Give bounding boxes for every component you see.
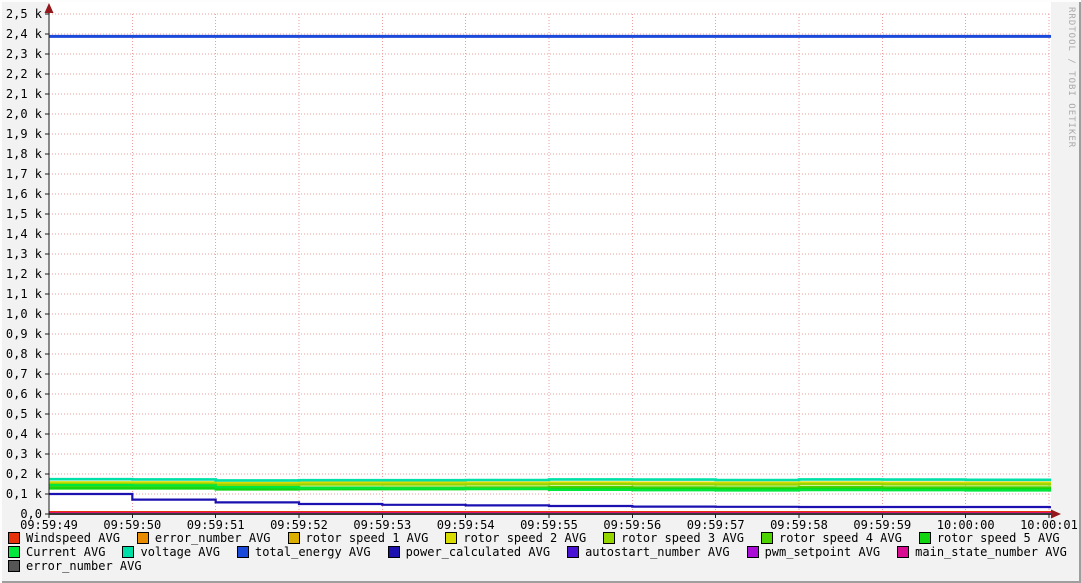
x-axis-tick-label: 09:59:55 bbox=[520, 518, 578, 532]
legend-item-rotor-speed-5-avg: rotor speed 5 AVG bbox=[918, 531, 1060, 545]
x-axis-tick-label: 09:59:59 bbox=[853, 518, 912, 532]
legend-item-windspeed-avg: Windspeed AVG bbox=[8, 531, 120, 545]
legend-label: rotor speed 3 AVG bbox=[621, 531, 744, 545]
legend-label: Windspeed AVG bbox=[26, 531, 120, 545]
y-axis-tick-label: 0,8 k bbox=[5, 347, 42, 361]
legend-label: error_number AVG bbox=[26, 559, 142, 573]
legend-row: error_number AVG bbox=[8, 559, 159, 573]
x-axis-tick-label: 09:59:49 bbox=[20, 518, 78, 532]
y-axis-tick-label: 2,2 k bbox=[5, 67, 42, 81]
legend-swatch-icon bbox=[445, 532, 458, 544]
y-axis-tick-label: 2,0 k bbox=[5, 107, 42, 121]
x-axis-tick-label: 09:59:53 bbox=[353, 518, 412, 532]
legend-swatch-icon bbox=[387, 546, 400, 558]
y-axis-tick-label: 1,5 k bbox=[5, 207, 42, 221]
y-axis-tick-label: 1,7 k bbox=[5, 167, 42, 181]
legend-item-main-state-number-avg: main_state_number AVG bbox=[897, 545, 1067, 559]
rrdtool-graph: 2,5 k 2,4 k 2,3 k 2,2 k 2,1 k 2,0 k 1,9 k 1,8 k… bbox=[0, 0, 1081, 583]
y-axis-tick-label: 0,6 k bbox=[5, 387, 42, 401]
y-axis-tick-label: 0,3 k bbox=[5, 447, 42, 461]
x-axis-tick-label: 09:59:58 bbox=[770, 518, 828, 532]
y-axis-tick-label: 2,4 k bbox=[5, 27, 42, 41]
legend-item-power-calculated-avg: power_calculated AVG bbox=[387, 545, 551, 559]
legend-label: rotor speed 4 AVG bbox=[779, 531, 902, 545]
legend-item-error-number-avg: error_number AVG bbox=[8, 559, 142, 573]
x-axis-tick-label: 09:59:51 bbox=[186, 518, 245, 532]
series-line-voltage-avg bbox=[49, 477, 1051, 482]
legend-label: pwm_setpoint AVG bbox=[764, 545, 881, 559]
y-axis-tick-label: 1,0 k bbox=[5, 307, 42, 321]
y-axis-tick-label: 0,9 k bbox=[5, 327, 42, 341]
x-axis-tick-label: 09:59:50 bbox=[103, 518, 162, 532]
legend-swatch-icon bbox=[8, 560, 20, 572]
legend-swatch-icon bbox=[136, 532, 149, 544]
y-axis-tick-label: 0,4 k bbox=[5, 427, 42, 441]
legend-item-autostart-number-avg: autostart_number AVG bbox=[567, 545, 730, 559]
legend-item-pwm-setpoint-avg: pwm_setpoint AVG bbox=[746, 545, 881, 559]
legend-item-rotor-speed-1-avg: rotor speed 1 AVG bbox=[287, 531, 429, 545]
y-axis-tick-label: 1,6 k bbox=[5, 187, 42, 201]
legend-label: rotor speed 1 AVG bbox=[305, 531, 429, 545]
y-axis-tick-label: 0,7 k bbox=[5, 367, 42, 381]
legend-item-total-energy-avg: total_energy AVG bbox=[236, 545, 371, 559]
y-axis-tick-label: 2,1 k bbox=[5, 87, 42, 101]
y-axis-tick-label: 0,5 k bbox=[5, 407, 42, 421]
y-axis-tick-label: 1,8 k bbox=[5, 147, 42, 161]
y-axis-tick-label: 0,2 k bbox=[5, 467, 42, 481]
y-axis-tick-label: 1,4 k bbox=[5, 227, 42, 241]
legend-item-rotor-speed-2-avg: rotor speed 2 AVG bbox=[445, 531, 586, 545]
legend-swatch-icon bbox=[918, 532, 931, 544]
x-axis-tick-label: 09:59:56 bbox=[603, 518, 662, 532]
legend-item-voltage-avg: voltage AVG bbox=[122, 545, 220, 559]
legend-swatch-icon bbox=[122, 546, 135, 558]
rrdtool-watermark: RRDTOOL / TOBI OETIKER bbox=[1066, 7, 1076, 149]
legend-swatch-icon bbox=[746, 546, 759, 558]
legend-swatch-icon bbox=[567, 546, 580, 558]
legend-row: Current AVG voltage AVG total_energy AVG po… bbox=[8, 545, 1081, 559]
y-axis-tick-label: 1,1 k bbox=[5, 287, 42, 301]
legend-label: main_state_number AVG bbox=[915, 545, 1067, 559]
legend-swatch-icon bbox=[236, 546, 249, 558]
legend-swatch-icon bbox=[8, 546, 20, 558]
legend-item-error-number-avg: error_number AVG bbox=[136, 531, 271, 545]
x-axis-tick-label: 09:59:57 bbox=[686, 518, 745, 532]
legend-label: autostart_number AVG bbox=[585, 545, 730, 559]
legend-label: voltage AVG bbox=[140, 545, 220, 559]
x-axis-tick-label: 10:00:01 bbox=[1020, 518, 1078, 532]
y-axis-tick-label: 1,3 k bbox=[5, 247, 42, 261]
legend-label: Current AVG bbox=[26, 545, 106, 559]
legend-label: rotor speed 2 AVG bbox=[463, 531, 587, 545]
y-axis-tick-label: 1,2 k bbox=[5, 267, 42, 281]
y-axis-tick-label: 2,5 k bbox=[5, 7, 42, 21]
y-axis-tick-label: 0,1 k bbox=[5, 487, 42, 501]
legend-label: error_number AVG bbox=[154, 531, 271, 545]
legend-label: power_calculated AVG bbox=[405, 545, 551, 559]
legend-swatch-icon bbox=[8, 532, 20, 544]
legend-item-current-avg: Current AVG bbox=[8, 545, 105, 559]
legend-row: Windspeed AVG error_number AVG rotor speed… bbox=[8, 531, 1077, 545]
legend-swatch-icon bbox=[603, 532, 616, 544]
legend-swatch-icon bbox=[761, 532, 773, 544]
legend-swatch-icon bbox=[287, 532, 300, 544]
legend-item-rotor-speed-3-avg: rotor speed 3 AVG bbox=[603, 531, 744, 545]
legend-label: rotor speed 5 AVG bbox=[936, 531, 1060, 545]
legend-label: total_energy AVG bbox=[254, 545, 371, 559]
y-axis-tick-label: 1,9 k bbox=[5, 127, 42, 141]
x-axis-tick-label: 10:00:00 bbox=[936, 518, 995, 532]
chart-plot-area bbox=[44, 2, 1061, 519]
legend-item-rotor-speed-4-avg: rotor speed 4 AVG bbox=[761, 531, 902, 545]
x-axis-tick-label: 09:59:54 bbox=[436, 518, 495, 532]
y-axis-tick-label: 2,3 k bbox=[5, 47, 42, 61]
legend-swatch-icon bbox=[897, 546, 910, 558]
x-axis-tick-label: 09:59:52 bbox=[270, 518, 328, 532]
